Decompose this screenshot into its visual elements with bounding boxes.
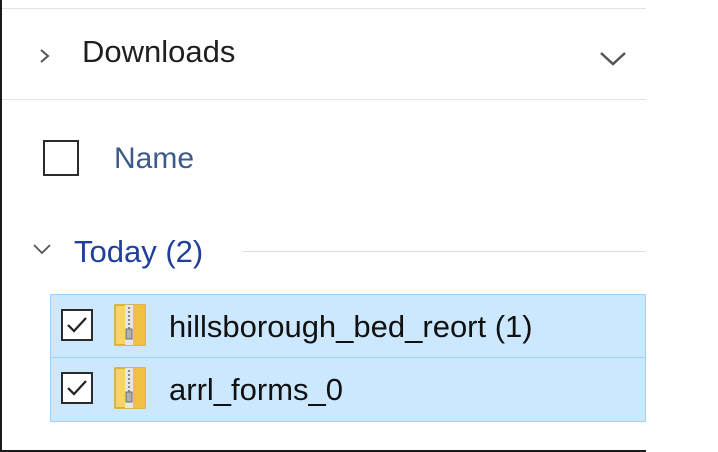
file-row[interactable]: arrl_forms_0	[50, 358, 646, 422]
file-row[interactable]: hillsborough_bed_reort (1)	[50, 294, 646, 358]
zip-folder-icon	[113, 303, 147, 347]
chevron-down-icon[interactable]	[598, 50, 628, 68]
top-divider	[2, 8, 646, 9]
downloads-label: Downloads	[82, 34, 236, 69]
select-all-checkbox[interactable]	[43, 140, 79, 176]
file-name[interactable]: hillsborough_bed_reort (1)	[169, 309, 533, 345]
checkmark-icon	[67, 317, 87, 333]
name-column-header[interactable]: Name	[114, 142, 194, 176]
downloads-section-header[interactable]: Downloads	[2, 10, 646, 100]
column-header-row: Name	[2, 100, 646, 220]
chevron-right-icon[interactable]	[38, 48, 52, 64]
pane-margin	[646, 0, 718, 452]
group-header-today[interactable]: Today (2)	[2, 224, 646, 280]
group-label: Today (2)	[74, 234, 204, 269]
zip-folder-icon	[113, 366, 147, 410]
file-name[interactable]: arrl_forms_0	[169, 372, 343, 408]
checkmark-icon	[67, 380, 87, 396]
collapse-chevron-icon[interactable]	[32, 242, 52, 256]
group-divider	[242, 251, 646, 252]
row-checkbox[interactable]	[61, 309, 93, 341]
row-checkbox[interactable]	[61, 372, 93, 404]
